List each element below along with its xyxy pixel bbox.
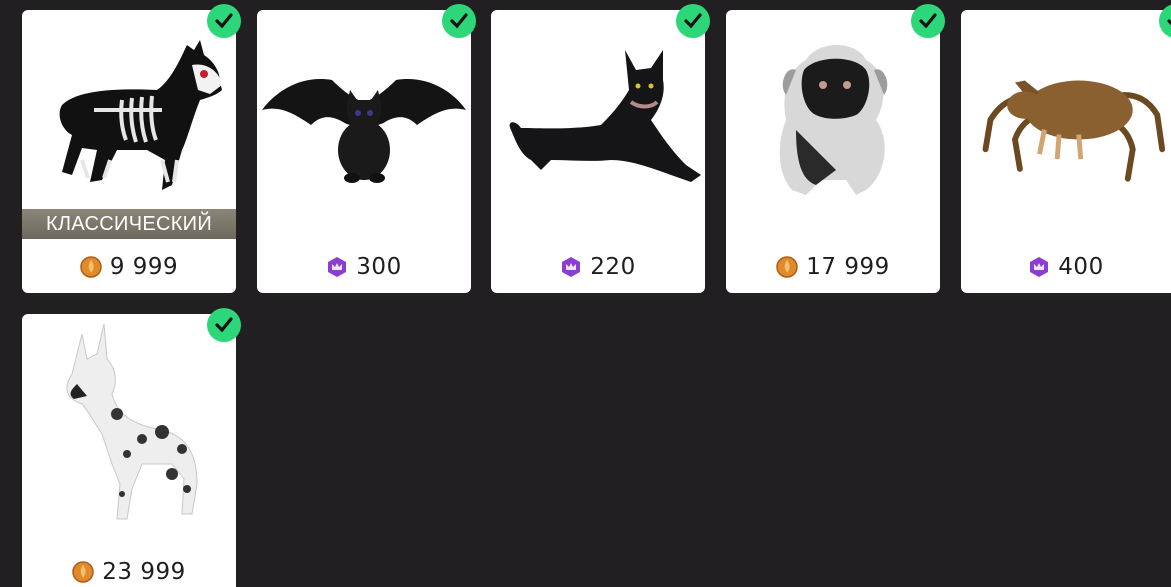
pet-card-bat-cat[interactable]: 300 bbox=[257, 4, 476, 293]
price-label: 17 999 bbox=[726, 252, 940, 282]
pet-card-spider-dog[interactable]: 400 bbox=[961, 4, 1171, 293]
pug-image bbox=[779, 45, 888, 195]
price-label: 220 bbox=[491, 252, 705, 282]
black-cat-image bbox=[509, 50, 701, 182]
price-value: 400 bbox=[1058, 254, 1104, 280]
price-label: 9 999 bbox=[22, 252, 236, 282]
bat-cat-image bbox=[262, 79, 466, 183]
pet-card-pug[interactable]: 17 999 bbox=[726, 4, 945, 293]
crown-gem-icon bbox=[328, 257, 347, 277]
gold-coin-icon bbox=[80, 256, 102, 278]
owned-check-icon bbox=[911, 4, 945, 38]
owned-check-icon bbox=[207, 4, 241, 38]
spider-dog-image bbox=[982, 80, 1166, 182]
price-label: 400 bbox=[961, 252, 1171, 282]
price-value: 9 999 bbox=[109, 254, 179, 280]
price-value: 220 bbox=[590, 254, 636, 280]
pet-card-skeleton-wolf[interactable]: КЛАССИЧЕСКИЙ 9 999 bbox=[22, 4, 241, 293]
owned-check-icon bbox=[442, 4, 476, 38]
pet-grid: КЛАССИЧЕСКИЙ 9 999 300 220 17 999 400 23… bbox=[0, 0, 1171, 587]
gold-coin-icon bbox=[72, 561, 94, 583]
classic-badge: КЛАССИЧЕСКИЙ bbox=[22, 209, 236, 239]
skeleton-wolf-image bbox=[59, 40, 222, 190]
price-value: 300 bbox=[356, 254, 402, 280]
price-value: 17 999 bbox=[806, 254, 890, 280]
great-dane-image bbox=[66, 323, 198, 520]
crown-gem-icon bbox=[1030, 257, 1049, 277]
price-value: 23 999 bbox=[102, 559, 186, 585]
owned-check-icon bbox=[676, 4, 710, 38]
price-label: 300 bbox=[257, 252, 471, 282]
gold-coin-icon bbox=[776, 256, 798, 278]
price-label: 23 999 bbox=[22, 557, 236, 587]
owned-check-icon bbox=[207, 308, 241, 342]
pet-card-black-cat[interactable]: 220 bbox=[491, 4, 710, 293]
crown-gem-icon bbox=[562, 257, 581, 277]
pet-card-great-dane[interactable]: 23 999 bbox=[22, 308, 241, 587]
